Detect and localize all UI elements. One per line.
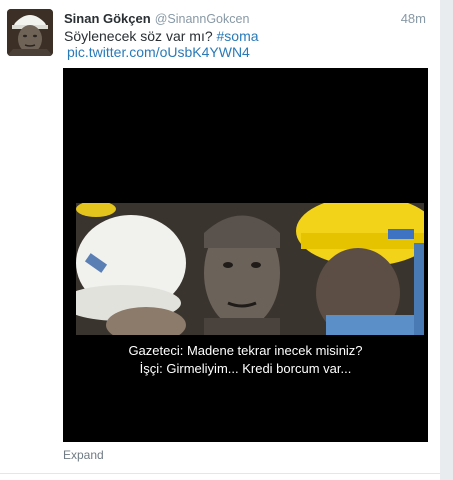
media-image[interactable]: Gazeteci: Madene tekrar inecek misiniz? … (63, 68, 428, 442)
caption-line-2: İşçi: Girmeliyim... Kredi borcum var... (139, 361, 352, 376)
caption-line-1: Gazeteci: Madene tekrar inecek misiniz? (128, 343, 363, 358)
hashtag-link[interactable]: #soma (217, 28, 259, 44)
expand-link[interactable]: Expand (63, 448, 104, 462)
image-caption: Gazeteci: Madene tekrar inecek misiniz? … (63, 342, 428, 378)
avatar[interactable] (7, 9, 53, 56)
media-link[interactable]: pic.twitter.com/oUsbK4YWN4 (67, 44, 250, 60)
tweet-text-body: Söylenecek söz var mı? (64, 28, 217, 44)
right-scroll-rail (440, 0, 453, 480)
author-handle[interactable]: @SinannGokcen (155, 12, 250, 26)
miners-photo (76, 203, 424, 335)
tweet-divider (0, 473, 440, 474)
tweet-text: Söylenecek söz var mı? #soma pic.twitter… (64, 28, 424, 60)
tweet-header: Sinan Gökçen @SinannGokcen 48m (64, 10, 434, 28)
author-name[interactable]: Sinan Gökçen (64, 11, 151, 26)
timestamp[interactable]: 48m (401, 10, 426, 28)
tweet-card[interactable]: Sinan Gökçen @SinannGokcen 48m Söylenecek… (0, 0, 440, 473)
